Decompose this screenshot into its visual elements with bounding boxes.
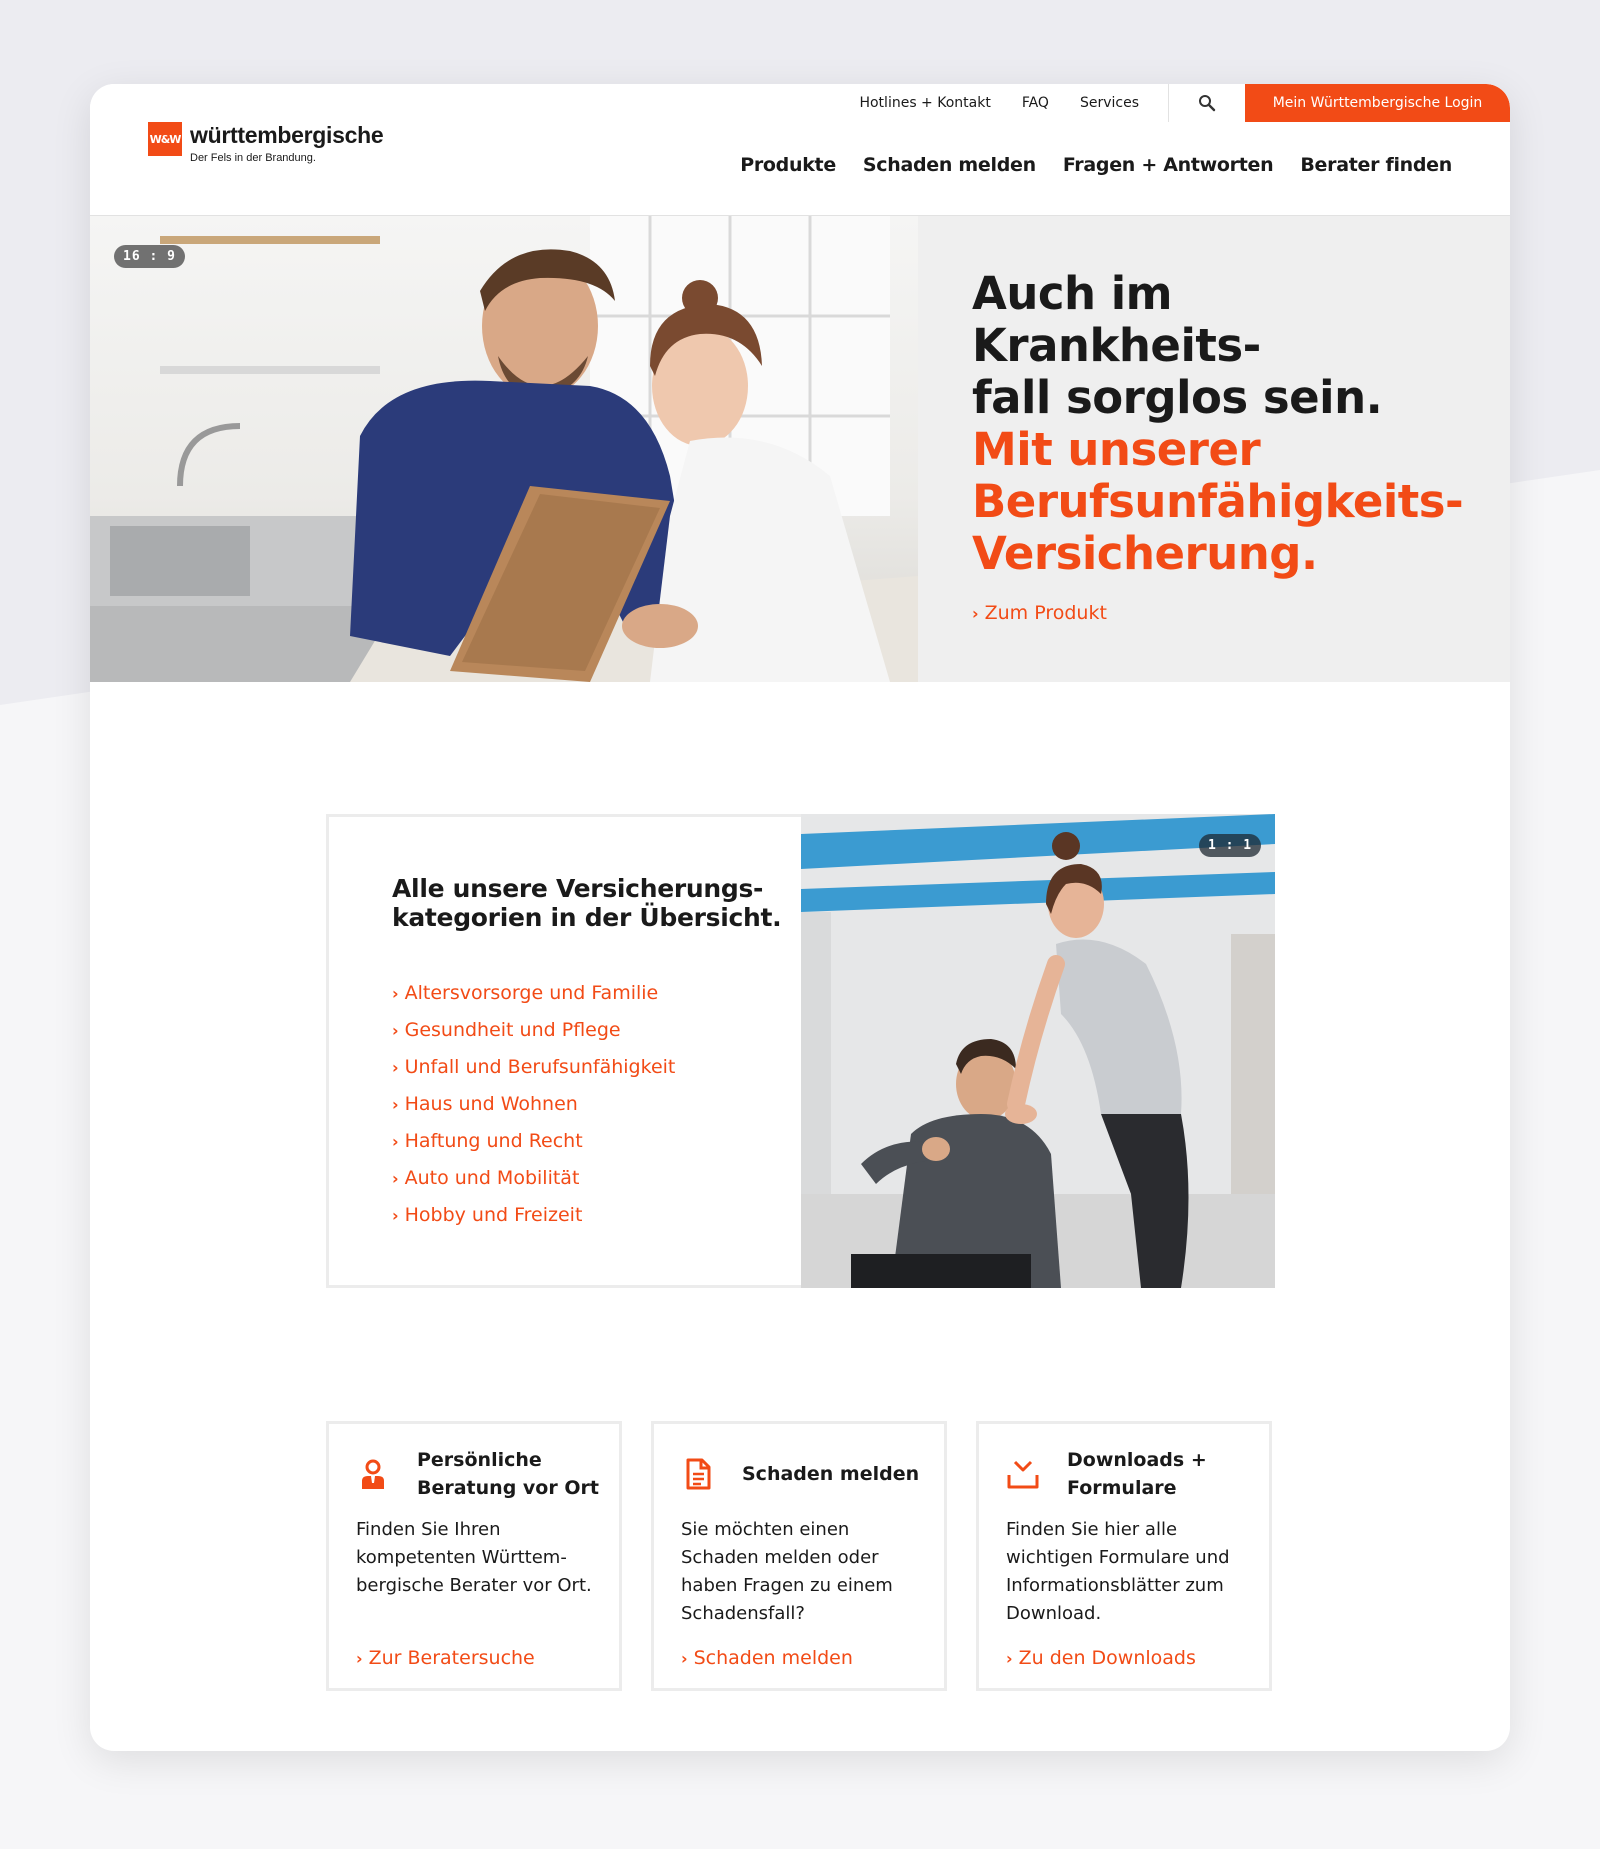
chevron-right-icon: ›: [392, 1094, 399, 1114]
list-item: › Auto und Mobilität: [392, 1167, 675, 1204]
aspect-ratio-badge: 1 : 1: [1199, 834, 1262, 857]
category-link[interactable]: › Haftung und Recht: [392, 1130, 583, 1152]
feature-title: Persönliche Beratung vor Ort: [417, 1449, 599, 1499]
chevron-right-icon: ›: [392, 1168, 399, 1188]
meta-nav: Hotlines + Kontakt FAQ Services Mein Wür…: [859, 84, 1510, 122]
meta-link-services[interactable]: Services: [1080, 95, 1139, 111]
list-item: › Altersvorsorge und Familie: [392, 982, 675, 1019]
category-list: › Altersvorsorge und Familie › Gesundheit …: [392, 982, 675, 1241]
hero-image: 16 : 9: [90, 216, 918, 682]
category-link[interactable]: › Gesundheit und Pflege: [392, 1019, 621, 1041]
site-header: W&W württembergische Der Fels in der Bra…: [90, 84, 1510, 216]
hero-highlight-line-3: Versicherung.: [972, 527, 1318, 580]
chevron-right-icon: ›: [392, 1020, 399, 1040]
list-item: › Unfall und Berufsunfähigkeit: [392, 1056, 675, 1093]
search-icon: [1199, 95, 1216, 112]
hero-headline-line-1: Auch im Krankheits-: [972, 267, 1261, 372]
category-link[interactable]: › Auto und Mobilität: [392, 1167, 579, 1189]
feature-title: Downloads + Formulare: [1067, 1449, 1207, 1499]
feature-body: Finden Sie hier alle wichtigen Formulare…: [1006, 1519, 1230, 1624]
hero-photo-illustration: [90, 216, 918, 682]
brand-logo[interactable]: W&W württembergische Der Fels in der Bra…: [148, 122, 384, 164]
feature-body: Finden Sie Ihren kompetenten Württem- be…: [356, 1519, 592, 1596]
brand-tagline: Der Fels in der Brandung.: [190, 152, 316, 164]
list-item: › Haftung und Recht: [392, 1130, 675, 1167]
nav-item-schaden-melden[interactable]: Schaden melden: [863, 154, 1036, 176]
nav-item-produkte[interactable]: Produkte: [740, 154, 836, 176]
category-link[interactable]: › Haus und Wohnen: [392, 1093, 578, 1115]
feature-card-claim: Schaden melden Sie möchten einen Schaden…: [651, 1421, 947, 1691]
categories-image: 1 : 1: [801, 814, 1275, 1288]
hero-cta-label: Zum Produkt: [984, 602, 1107, 624]
categories-title: Alle unsere Versicherungs- kategorien in…: [392, 874, 782, 932]
hero-text: Auch im Krankheits- fall sorglos sein. M…: [972, 267, 1464, 625]
list-item: › Hobby und Freizeit: [392, 1204, 675, 1241]
feature-card-downloads: Downloads + Formulare Finden Sie hier al…: [976, 1421, 1272, 1691]
hero-banner: 16 : 9 Auch im Krankheits- fall sorglos …: [90, 216, 1510, 682]
chevron-right-icon: ›: [1006, 1648, 1013, 1668]
claim-report-link[interactable]: › Schaden melden: [681, 1647, 853, 1669]
chevron-right-icon: ›: [392, 1205, 399, 1225]
feature-card-advisor: Persönliche Beratung vor Ort Finden Sie …: [326, 1421, 622, 1691]
feature-body: Sie möchten einen Schaden melden oder ha…: [681, 1519, 893, 1624]
nav-item-fragen-antworten[interactable]: Fragen + Antworten: [1063, 154, 1274, 176]
logo-mark-icon: W&W: [148, 122, 182, 156]
downloads-link[interactable]: › Zu den Downloads: [1006, 1647, 1196, 1669]
hero-highlight-line-1: Mit unserer: [972, 423, 1261, 476]
nav-item-berater-finden[interactable]: Berater finden: [1300, 154, 1452, 176]
chevron-right-icon: ›: [392, 1057, 399, 1077]
category-link[interactable]: › Altersvorsorge und Familie: [392, 982, 658, 1004]
aspect-ratio-badge: 16 : 9: [114, 245, 185, 268]
advisor-search-link[interactable]: › Zur Beratersuche: [356, 1647, 535, 1669]
meta-link-faq[interactable]: FAQ: [1022, 95, 1049, 111]
login-button[interactable]: Mein Württembergische Login: [1245, 84, 1510, 122]
feature-title: Schaden melden: [742, 1463, 920, 1485]
chevron-right-icon: ›: [392, 1131, 399, 1151]
list-item: › Gesundheit und Pflege: [392, 1019, 675, 1056]
hero-headline-line-2: fall sorglos sein.: [972, 371, 1383, 424]
chevron-right-icon: ›: [392, 983, 399, 1003]
chevron-right-icon: ›: [681, 1648, 688, 1668]
category-link[interactable]: › Unfall und Berufsunfähigkeit: [392, 1056, 675, 1078]
document-icon: [686, 1458, 711, 1490]
download-icon: [1007, 1460, 1039, 1489]
category-link[interactable]: › Hobby und Freizeit: [392, 1204, 582, 1226]
chevron-right-icon: ›: [356, 1648, 363, 1668]
fitness-photo-illustration: [801, 814, 1275, 1288]
categories-panel: Alle unsere Versicherungs- kategorien in…: [326, 814, 801, 1288]
advisor-icon: [362, 1459, 384, 1489]
hero-highlight-line-2: Berufsunfähigkeits-: [972, 475, 1464, 528]
main-nav: Produkte Schaden melden Fragen + Antwort…: [713, 154, 1452, 176]
meta-link-hotlines[interactable]: Hotlines + Kontakt: [859, 95, 990, 111]
search-button[interactable]: [1169, 84, 1245, 122]
hero-cta-link[interactable]: › Zum Produkt: [972, 602, 1107, 624]
brand-name: württembergische: [190, 122, 384, 148]
list-item: › Haus und Wohnen: [392, 1093, 675, 1130]
chevron-right-icon: ›: [972, 603, 979, 623]
page-card: W&W württembergische Der Fels in der Bra…: [90, 84, 1510, 1751]
